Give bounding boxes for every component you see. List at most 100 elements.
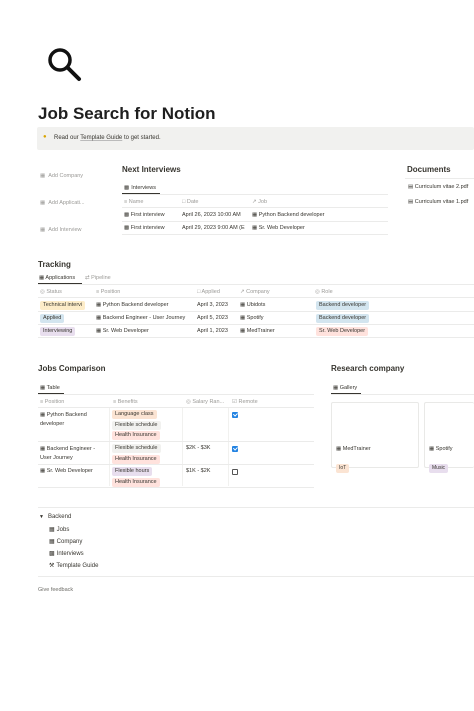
add-application-label: Add Applicati... bbox=[48, 200, 85, 206]
search-icon bbox=[44, 44, 84, 84]
laptop-icon: ▦ bbox=[252, 212, 259, 218]
triangle-down-icon: ▼ bbox=[39, 514, 44, 520]
table-row[interactable]: ▦ Sr. Web Developer Flexible hours Healt… bbox=[40, 467, 314, 487]
tracking-heading: Tracking bbox=[38, 260, 71, 269]
tab-applications[interactable]: ▦ Applications bbox=[39, 275, 75, 281]
jobs-comparison-heading: Jobs Comparison bbox=[38, 364, 106, 373]
add-interview-label: Add Interview bbox=[48, 227, 82, 233]
link-company[interactable]: ▦ Company bbox=[49, 538, 82, 545]
tab-interviews[interactable]: ▩ Interviews bbox=[124, 185, 156, 191]
col-applied: Applied bbox=[201, 289, 220, 295]
tab-interviews-label: Interviews bbox=[131, 185, 156, 191]
add-application-button[interactable]: ▦ Add Applicati... bbox=[40, 200, 85, 206]
company-text: MedTrainer bbox=[246, 328, 275, 334]
template-guide-link[interactable]: Template Guide bbox=[80, 135, 122, 141]
chat-icon: ▩ bbox=[124, 185, 130, 191]
backend-toggle[interactable]: ▼ Backend bbox=[39, 514, 71, 520]
building-icon: ▦ bbox=[336, 446, 343, 452]
position-line-1: Sr. Web Developer bbox=[46, 468, 93, 474]
file-icon: ▤ bbox=[408, 184, 415, 190]
applied-date: April 1, 2023 bbox=[197, 328, 228, 334]
link-interviews[interactable]: ▩ Interviews bbox=[49, 550, 84, 557]
interview-job: Python Backend developer bbox=[258, 212, 325, 218]
tab-table-label: Table bbox=[46, 385, 60, 391]
chat-icon: ▦ bbox=[40, 227, 46, 233]
link-jobs[interactable]: ▦ Jobs bbox=[49, 526, 69, 533]
building-icon: ▦ bbox=[240, 315, 247, 321]
status-badge: Applied bbox=[40, 314, 65, 323]
col-status: Status bbox=[46, 289, 62, 295]
industry-tag: Music bbox=[429, 464, 449, 473]
page-title: Job Search for Notion bbox=[38, 104, 216, 123]
laptop-icon: ▦ bbox=[49, 527, 55, 533]
laptop-icon: ▦ bbox=[252, 225, 259, 231]
give-feedback-link[interactable]: Give feedback bbox=[38, 587, 73, 593]
chat-icon: ▩ bbox=[124, 212, 131, 218]
building-icon: ▦ bbox=[40, 173, 46, 179]
document-link[interactable]: ▤ Curriculum vitae 2.pdf bbox=[408, 184, 468, 190]
status-badge: Technical intervi bbox=[40, 301, 86, 310]
backend-toggle-label: Backend bbox=[47, 514, 72, 520]
tab-gallery-label: Gallery bbox=[339, 385, 358, 391]
benefit-tag: Health Insurance bbox=[112, 455, 160, 464]
add-company-label: Add Company bbox=[48, 173, 84, 179]
laptop-icon: ▦ bbox=[96, 328, 103, 334]
link-template-guide[interactable]: ⚒ Template Guide bbox=[49, 562, 98, 569]
lightbulb-icon: ● bbox=[43, 134, 47, 140]
callout-suffix: to get started. bbox=[122, 135, 161, 141]
benefit-tag: Health Insurance bbox=[112, 478, 160, 487]
status-badge: Interviewing bbox=[40, 327, 76, 336]
company-name: Spotify bbox=[435, 446, 453, 452]
remote-checkbox[interactable] bbox=[232, 412, 238, 418]
gallery-card[interactable]: ▦ MedTrainer IoT bbox=[331, 402, 419, 473]
chat-icon: ▩ bbox=[49, 551, 55, 557]
col-date: Date bbox=[186, 199, 199, 205]
interview-date: April 26, 2023 10:00 AM bbox=[182, 212, 241, 218]
building-icon: ▦ bbox=[240, 328, 247, 334]
link-jobs-label: Jobs bbox=[56, 527, 70, 533]
add-company-button[interactable]: ▦ Add Company bbox=[40, 173, 83, 179]
col-position: Position bbox=[44, 399, 65, 405]
benefit-tag: Flexible schedule bbox=[112, 444, 161, 453]
link-template-guide-label: Template Guide bbox=[56, 563, 99, 569]
tab-pipeline-label: Pipeline bbox=[91, 275, 111, 281]
tab-table[interactable]: ▦ Table bbox=[40, 385, 60, 391]
role-tag: Sr. Web Developer bbox=[316, 327, 369, 336]
col-role: Role bbox=[321, 289, 333, 295]
position-line-1: Backend Engineer - bbox=[46, 446, 96, 452]
benefit-tag: Flexible schedule bbox=[112, 421, 161, 430]
laptop-icon: ▦ bbox=[40, 412, 47, 418]
applied-date: April 3, 2023 bbox=[197, 302, 228, 308]
role-tag: Backend developer bbox=[316, 301, 370, 310]
salary-range: $2K - $3K bbox=[186, 445, 211, 451]
remote-checkbox[interactable] bbox=[232, 446, 238, 452]
interview-name: First interview bbox=[130, 225, 165, 231]
company-text: Ubidots bbox=[246, 302, 266, 308]
remote-checkbox[interactable] bbox=[232, 469, 238, 475]
laptop-icon: ▦ bbox=[40, 446, 47, 452]
col-position: Position bbox=[100, 289, 121, 295]
tab-pipeline[interactable]: ⇄ Pipeline bbox=[85, 275, 111, 281]
document-link[interactable]: ▤ Curriculum vitae 1.pdf bbox=[408, 199, 468, 205]
tab-gallery[interactable]: ▦ Gallery bbox=[333, 385, 357, 391]
col-benefits: Benefits bbox=[117, 399, 138, 405]
documents-heading: Documents bbox=[407, 165, 451, 174]
company-name: MedTrainer bbox=[342, 446, 371, 452]
file-icon: ▤ bbox=[408, 199, 415, 205]
interview-job: Sr. Web Developer bbox=[258, 225, 305, 231]
building-icon: ▦ bbox=[429, 446, 436, 452]
company-text: Spotify bbox=[246, 315, 264, 321]
tab-applications-label: Applications bbox=[45, 275, 76, 281]
chat-icon: ▩ bbox=[124, 225, 131, 231]
add-interview-button[interactable]: ▦ Add Interview bbox=[40, 227, 82, 233]
position-text: Backend Engineer - User Journey bbox=[102, 315, 186, 321]
table-row[interactable]: ▦ Backend Engineer - User Journey Flexibl… bbox=[40, 444, 314, 464]
building-icon: ▦ bbox=[49, 539, 55, 545]
gallery-card[interactable]: ▦ Spotify Music bbox=[424, 402, 474, 473]
laptop-icon: ▦ bbox=[96, 302, 103, 308]
gallery-icon: ▦ bbox=[333, 385, 340, 391]
table-row[interactable]: ▦ Python Backend developer Language class… bbox=[40, 410, 314, 440]
col-remote: Remote bbox=[238, 399, 258, 405]
col-salary: Salary Ran... bbox=[192, 399, 225, 405]
hammer-icon: ⚒ bbox=[49, 563, 55, 569]
